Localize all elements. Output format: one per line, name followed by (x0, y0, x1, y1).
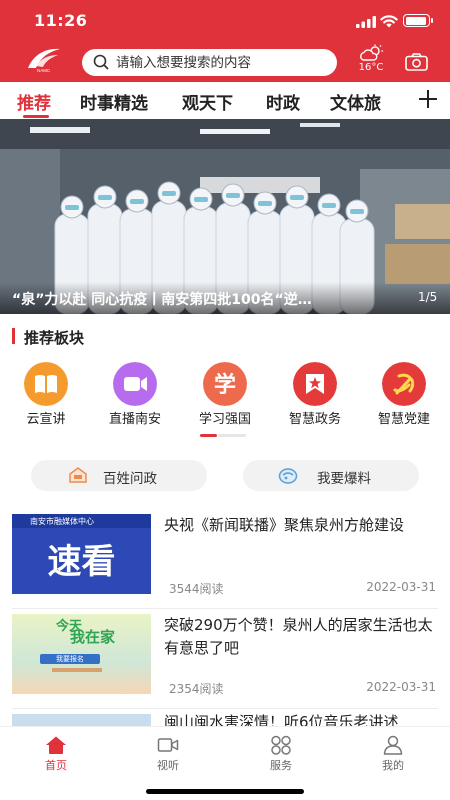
feature-zhihui-zhengwu[interactable]: 智慧政务 (275, 362, 355, 428)
wifi-icon (380, 15, 398, 28)
grid-icon (271, 735, 291, 755)
tab-video[interactable]: 视听 (133, 727, 203, 777)
book-icon (24, 362, 68, 406)
user-icon (383, 735, 403, 755)
news-thumbnail (12, 714, 151, 726)
search-icon (93, 54, 109, 70)
app-logo-icon: NAMC (28, 48, 60, 73)
tab-current-affairs[interactable]: 时事精选 (80, 89, 148, 114)
news-item[interactable]: 南安市融媒体中心 速看 央视《新闻联播》聚焦泉州方舱建设 3544阅读 2022… (12, 514, 438, 609)
tab-home[interactable]: 首页 (21, 727, 91, 777)
battery-icon (403, 14, 433, 27)
feature-zhihui-dangjian[interactable]: 智慧党建 (364, 362, 444, 428)
tab-politics[interactable]: 时政 (266, 89, 300, 114)
thumb-header-text: 南安市融媒体中心 (30, 517, 94, 526)
feature-label: 智慧政务 (288, 412, 341, 427)
feature-label: 智慧党建 (377, 412, 430, 427)
svg-text:NAMC: NAMC (37, 68, 51, 73)
search-input[interactable] (116, 52, 326, 73)
news-item[interactable]: 闽山闽水害深情！听6位音乐老讲述 (12, 714, 438, 726)
tip-icon (278, 468, 298, 484)
partly-cloudy-icon (360, 44, 383, 61)
home-icon (46, 736, 66, 754)
feature-label: 云宣讲 (26, 412, 66, 427)
banner-page-indicator: 1/5 (418, 290, 438, 304)
news-date: 2022-03-31 (366, 580, 436, 594)
add-channel-icon[interactable] (418, 89, 438, 109)
weather-widget[interactable]: 16°C (354, 44, 388, 78)
news-read-count: 3544阅读 (169, 582, 224, 596)
baixing-wenzheng-button[interactable]: 百姓问政 (31, 460, 207, 491)
tab-services[interactable]: 服务 (246, 727, 316, 777)
news-thumbnail: 南安市融媒体中心 速看 (12, 514, 151, 594)
news-title: 央视《新闻联播》聚焦泉州方舱建设 (164, 516, 405, 534)
pill-label: 百姓问政 (103, 471, 157, 487)
page-dot-active (200, 434, 217, 437)
thumb-main-text: 速看 (47, 542, 116, 582)
app-header: 11:26 NAMC 16 (0, 0, 450, 82)
news-title: 闽山闽水害深情！听6位音乐老讲述 (164, 714, 399, 726)
pill-label: 我要爆料 (317, 471, 371, 487)
banner-title[interactable]: “泉”力以赴 同心抗疫丨南安第四批100名“逆… (12, 289, 392, 309)
feature-label: 直播南安 (108, 412, 161, 427)
star-flag-icon (293, 362, 337, 406)
cellular-signal-icon (356, 16, 376, 28)
weather-temperature: 16°C (358, 62, 384, 73)
search-bar[interactable] (82, 49, 337, 76)
camera-icon[interactable] (405, 53, 428, 71)
status-time: 11:26 (34, 11, 88, 30)
tab-label: 首页 (45, 759, 67, 772)
tab-culture-sports-tourism[interactable]: 文体旅 (330, 89, 381, 114)
news-item[interactable]: 今天 我在家 我要报名 突破290万个赞！泉州人的居家生活也太有意思了吧 235… (12, 614, 438, 709)
section-title: 推荐板块 (24, 329, 85, 347)
ask-icon (69, 467, 87, 483)
thumb-main-text: 我在家 (70, 628, 116, 646)
banner-carousel[interactable] (0, 119, 450, 314)
news-date: 2022-03-31 (366, 680, 436, 694)
page-dot (218, 434, 246, 437)
video-camera-icon (157, 738, 179, 752)
tab-label: 视听 (157, 759, 179, 772)
status-bar: 11:26 (0, 0, 450, 40)
thumb-button-text: 我要报名 (40, 654, 100, 664)
party-emblem-icon (382, 362, 426, 406)
news-title: 突破290万个赞！泉州人的居家生活也太有意思了吧 (164, 616, 433, 657)
woyao-baoliao-button[interactable]: 我要爆料 (243, 460, 419, 491)
feature-xuexi-qiangguo[interactable]: 学 学习强国 (185, 362, 265, 428)
active-tab-indicator (23, 115, 49, 118)
tab-label: 服务 (270, 759, 292, 772)
svg-text:学: 学 (214, 372, 236, 398)
feature-yun-xuanjiang[interactable]: 云宣讲 (6, 362, 86, 428)
feature-zhibo-nanan[interactable]: 直播南安 (95, 362, 175, 428)
news-read-count: 2354阅读 (169, 682, 224, 696)
news-thumbnail: 今天 我在家 我要报名 (12, 614, 151, 694)
tab-recommend[interactable]: 推荐 (17, 89, 51, 114)
channel-tabs: 推荐 时事精选 观天下 时政 文体旅 (0, 82, 450, 119)
home-indicator (146, 789, 304, 794)
feature-label: 学习强国 (198, 412, 251, 427)
video-icon (113, 362, 157, 406)
tab-label: 我的 (382, 759, 404, 772)
tab-profile[interactable]: 我的 (358, 727, 428, 777)
tab-world[interactable]: 观天下 (182, 89, 233, 114)
xue-icon: 学 (203, 362, 247, 406)
section-accent-bar (12, 328, 15, 344)
